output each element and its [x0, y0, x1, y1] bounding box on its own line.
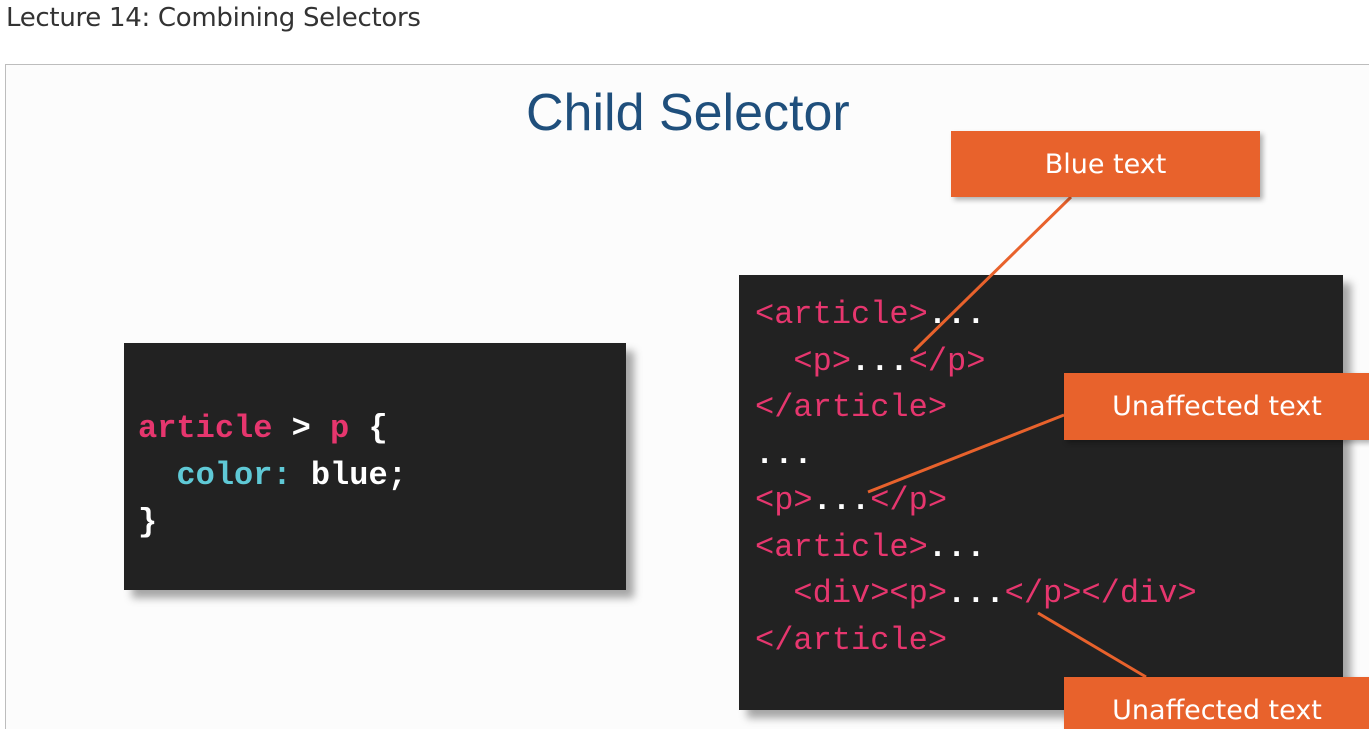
callout-blue-text: Blue text [951, 131, 1260, 197]
pointer-line-unaffected-2 [1037, 611, 1147, 679]
pointer-line-unaffected-1 [867, 413, 1065, 494]
callout-unaffected-text-2: Unaffected text [1064, 677, 1369, 729]
slide-video-frame[interactable]: Child Selector article > p { color: blue… [5, 64, 1369, 729]
pointer-line-blue [912, 195, 1073, 353]
lecture-title: Lecture 14: Combining Selectors [6, 3, 421, 33]
callout-unaffected-text-1: Unaffected text [1064, 373, 1369, 440]
